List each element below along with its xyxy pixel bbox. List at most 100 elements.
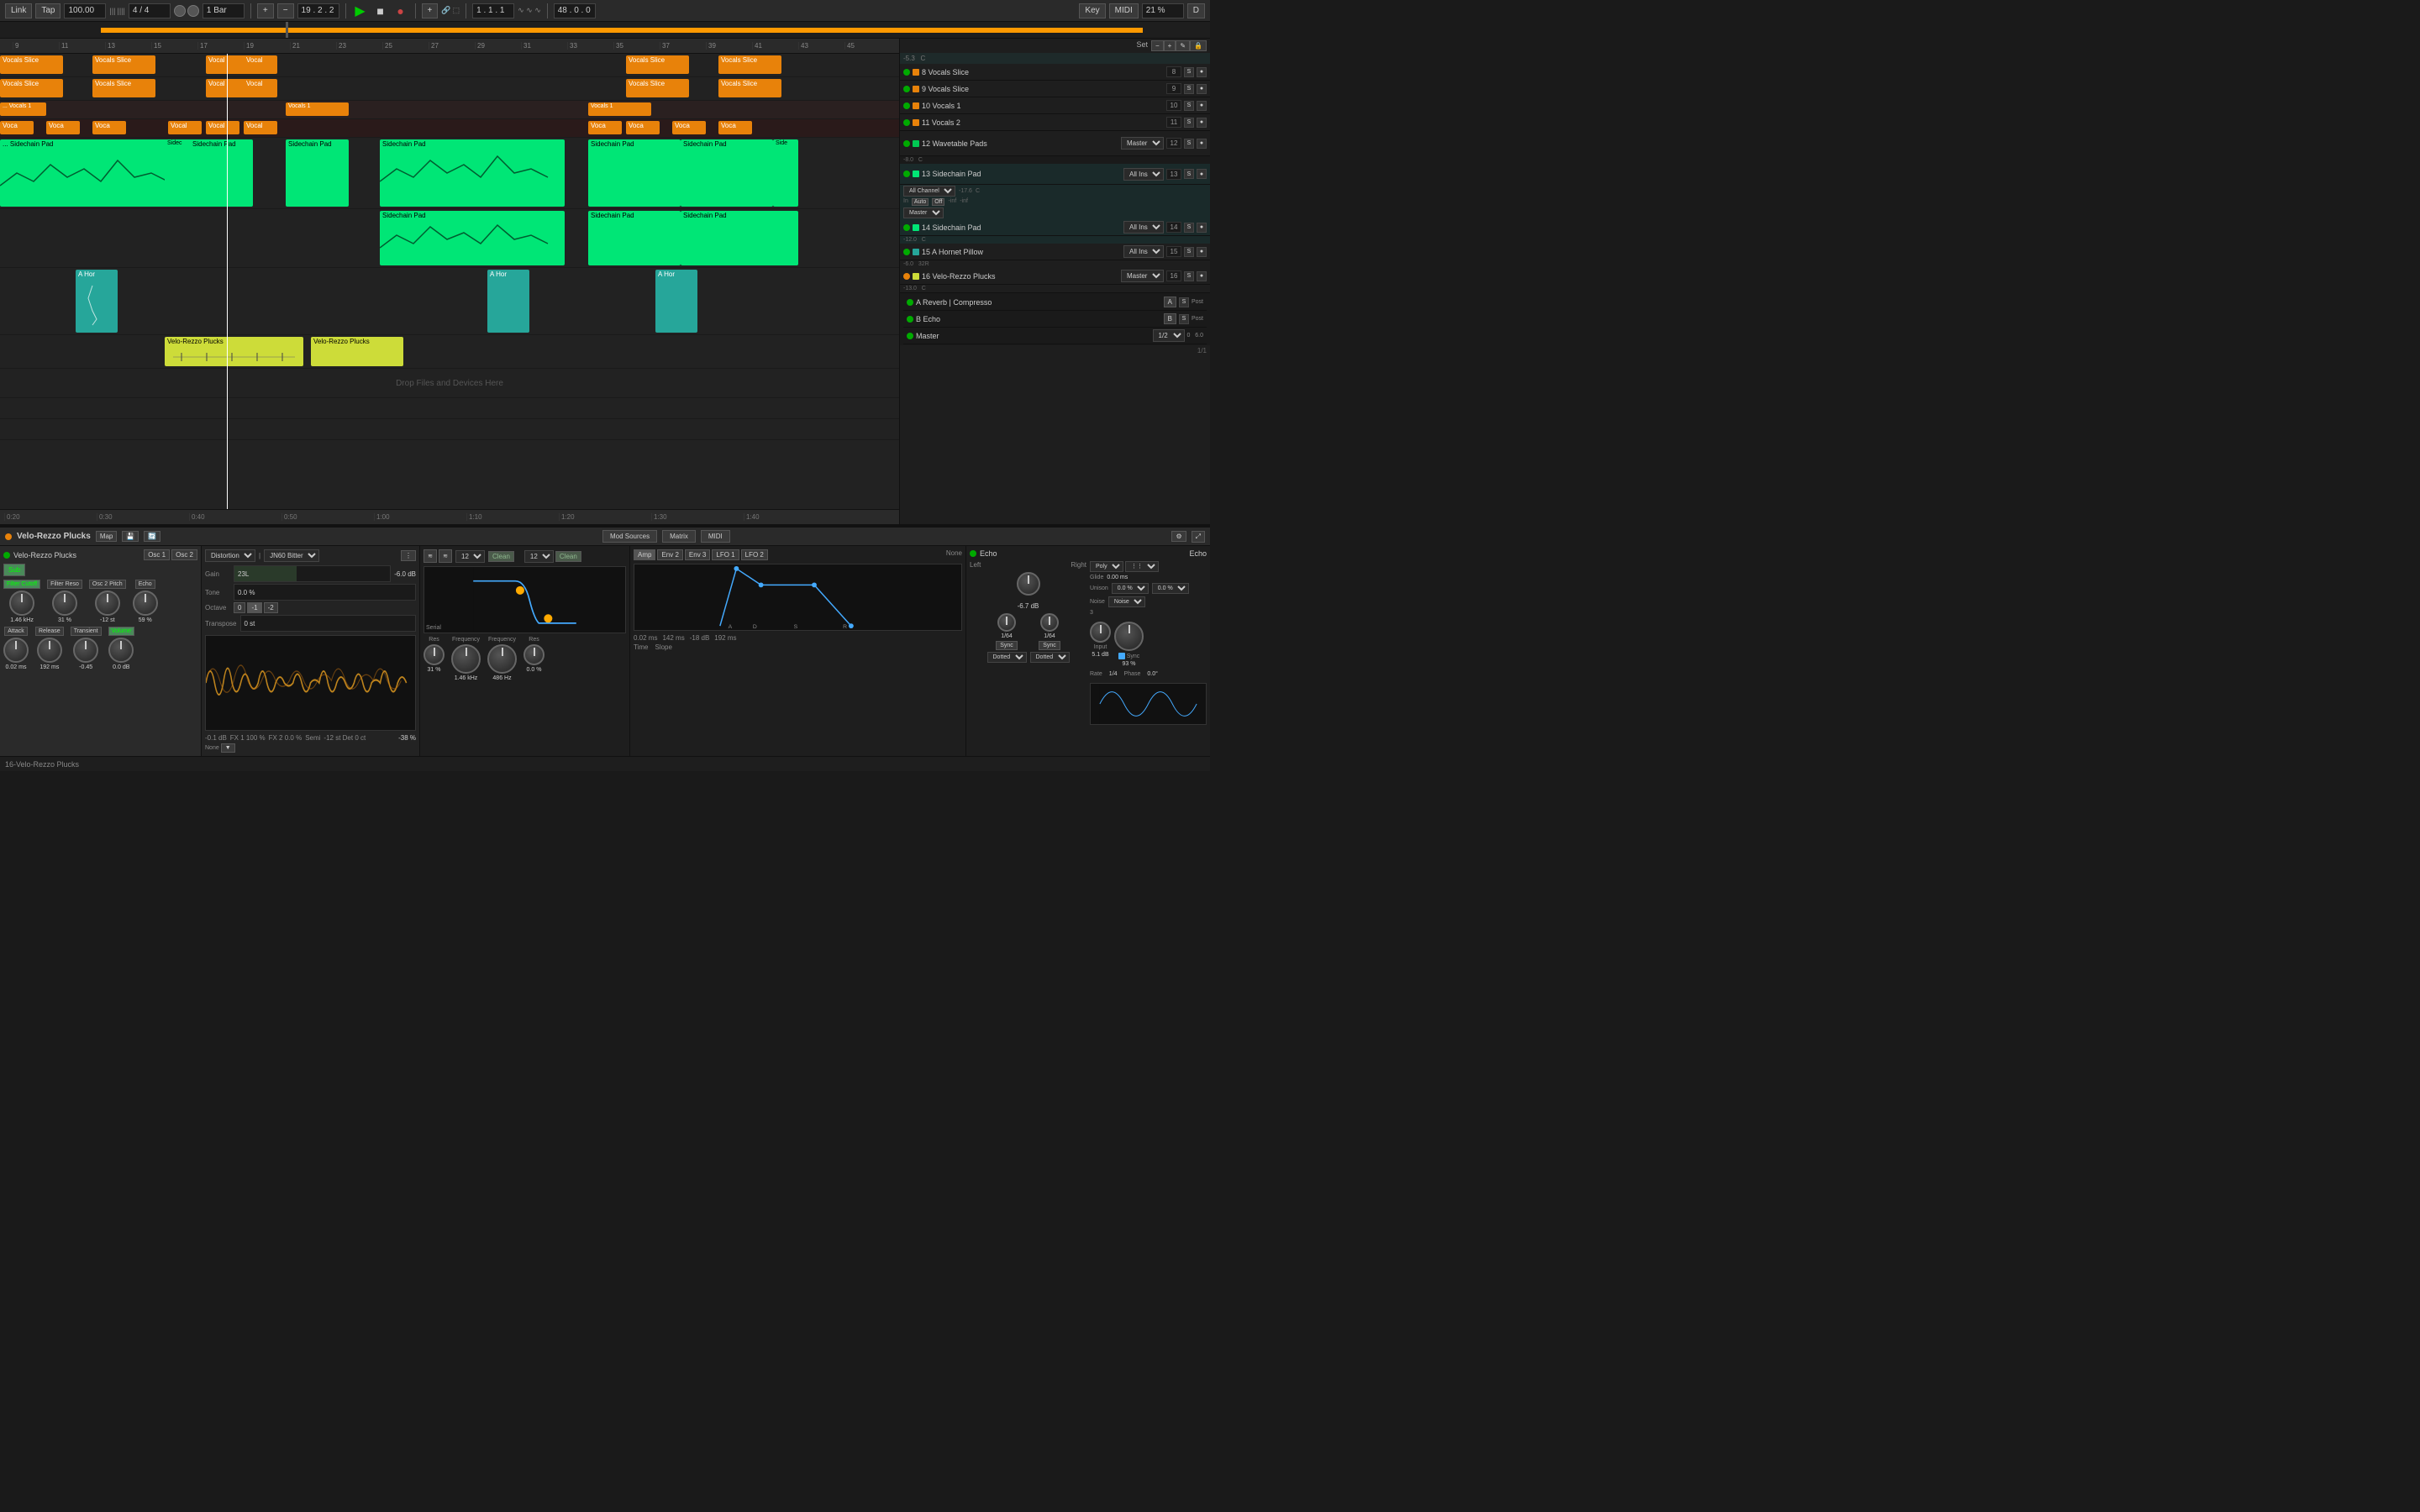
octave-0-btn[interactable]: 0 bbox=[234, 602, 245, 613]
clip-sidechain-pad[interactable]: Sidechain Pad bbox=[681, 211, 798, 265]
clip-velo-rezzo[interactable]: Velo-Rezzo Plucks bbox=[165, 337, 303, 366]
transient-knob[interactable] bbox=[73, 638, 98, 663]
clip-sidechain-pad[interactable]: Sidechain Pad bbox=[190, 139, 253, 207]
return-track-a[interactable]: A Reverb | Compresso A S Post bbox=[903, 294, 1207, 311]
track-list-item-12[interactable]: 12 Wavetable Pads Master 12 S ● bbox=[900, 131, 1210, 156]
add-button[interactable]: + bbox=[257, 3, 274, 18]
clip-sidechain-pad[interactable]: Sidechain Pad bbox=[380, 211, 565, 265]
track-row-drop[interactable]: Drop Files and Devices Here bbox=[0, 369, 899, 398]
release-knob[interactable] bbox=[37, 638, 62, 663]
filter-12-select[interactable]: 12 bbox=[455, 550, 485, 563]
clip-vocals-1[interactable]: ... Vocals 1 bbox=[0, 102, 46, 116]
track-list-item-15[interactable]: 15 A Hornet Pillow All Ins 15 S ● bbox=[900, 244, 1210, 260]
track-solo-14[interactable]: S bbox=[1184, 223, 1194, 233]
track-mute-15[interactable]: ● bbox=[1197, 247, 1207, 257]
play-button[interactable]: ▶ bbox=[352, 3, 369, 19]
master-routing[interactable]: 1/2 bbox=[1153, 329, 1185, 342]
track-mute-12[interactable]: ● bbox=[1197, 139, 1207, 149]
time-sig-display[interactable]: 4 / 4 bbox=[129, 3, 171, 18]
clip-vocals-slice[interactable]: Vocals Slice bbox=[0, 79, 63, 97]
clip-vocals-1[interactable]: Vocals 1 bbox=[588, 102, 651, 116]
inst-resize-btn[interactable]: ⤢ bbox=[1192, 531, 1205, 543]
transient-btn[interactable]: Transient bbox=[71, 627, 102, 636]
track-solo-16[interactable]: S bbox=[1184, 271, 1194, 281]
clip-side[interactable]: Side bbox=[773, 139, 798, 207]
clip-voca[interactable]: Voca bbox=[0, 121, 34, 134]
clip-hornet[interactable]: A Hor bbox=[76, 270, 118, 333]
track-solo-9[interactable]: S bbox=[1184, 84, 1194, 94]
clean-btn-1[interactable]: Clean bbox=[488, 551, 514, 562]
matrix-tab[interactable]: Matrix bbox=[662, 530, 696, 543]
save-btn[interactable]: 💾 bbox=[122, 531, 139, 542]
track-clips[interactable]: Sidechain Pad Sidechain Pad Sidechain Pa… bbox=[0, 209, 899, 267]
clip-sidechain-pad[interactable]: Sidechain Pad bbox=[380, 139, 565, 207]
mod-sources-tab[interactable]: Mod Sources bbox=[602, 530, 657, 543]
filter-reso-knob[interactable] bbox=[52, 591, 77, 616]
osc2-tab[interactable]: Osc 2 bbox=[171, 549, 197, 560]
dotted-left-select[interactable]: Dotted bbox=[987, 652, 1027, 663]
bpm-display[interactable]: 100.00 bbox=[64, 3, 106, 18]
position-display[interactable]: 19 . 2 . 2 bbox=[297, 3, 339, 18]
filter-mode-btn[interactable]: ▼ bbox=[221, 743, 235, 753]
attack-knob[interactable] bbox=[3, 638, 29, 663]
clip-vocal[interactable]: Vocal bbox=[206, 121, 239, 134]
filter-reso-btn[interactable]: Filter Reso bbox=[47, 580, 82, 589]
d-button[interactable]: D bbox=[1187, 3, 1205, 18]
track-ins-routing-13[interactable]: All Ins bbox=[1123, 168, 1164, 181]
env3-tab[interactable]: Env 3 bbox=[685, 549, 710, 560]
stop-button[interactable]: ■ bbox=[372, 3, 389, 19]
clip-vocals-1[interactable]: Vocals 1 bbox=[286, 102, 349, 116]
clip-hornet[interactable]: A Hor bbox=[655, 270, 697, 333]
track-clips[interactable]: Vocals Slice Vocals Slice Vocal Vocal Vo… bbox=[0, 77, 899, 100]
dotted-right-select[interactable]: Dotted bbox=[1030, 652, 1070, 663]
octave-minus1-btn[interactable]: -1 bbox=[247, 602, 261, 613]
distortion-type[interactable]: Distortion bbox=[205, 549, 255, 562]
tap-button[interactable]: Tap bbox=[35, 3, 60, 18]
volume-btn[interactable]: Volume bbox=[108, 627, 134, 636]
voices-select[interactable]: ⋮⋮ bbox=[1125, 561, 1159, 572]
rate-left-knob[interactable] bbox=[997, 613, 1016, 632]
track-solo-11[interactable]: S bbox=[1184, 118, 1194, 128]
mini-timeline[interactable] bbox=[0, 22, 1210, 39]
track-list-item-10[interactable]: 10 Vocals 1 10 S ● bbox=[900, 97, 1210, 114]
clip-vocals-slice[interactable]: Vocals Slice bbox=[0, 55, 63, 74]
track-mute-10[interactable]: ● bbox=[1197, 101, 1207, 111]
set-lock-btn[interactable]: 🔒 bbox=[1190, 40, 1207, 51]
noise-select[interactable]: Noise bbox=[1108, 596, 1145, 607]
set-minus-btn[interactable]: − bbox=[1151, 40, 1164, 51]
freq1-knob[interactable] bbox=[451, 644, 481, 674]
loop-key-btn[interactable]: + bbox=[422, 3, 439, 18]
track-mute-16[interactable]: ● bbox=[1197, 271, 1207, 281]
off-btn-13[interactable]: Off bbox=[932, 198, 944, 206]
clip-sidechain-pad[interactable]: Sidechain Pad bbox=[681, 139, 773, 207]
clip-vocals-slice[interactable]: Vocals Slice bbox=[718, 55, 781, 74]
osc1-tab[interactable]: Osc 1 bbox=[144, 549, 170, 560]
env2-tab[interactable]: Env 2 bbox=[657, 549, 682, 560]
clip-vocal[interactable]: Vocal bbox=[168, 121, 202, 134]
clip-voca[interactable]: Voca bbox=[672, 121, 706, 134]
track-clips[interactable]: ... Sidechain Pad Sidec Sidechain Pad Si… bbox=[0, 138, 899, 208]
clip-hornet[interactable]: A Hor bbox=[487, 270, 529, 333]
filter-icon-1[interactable]: ≋ bbox=[424, 549, 437, 563]
track-list-item-8[interactable]: 8 Vocals Slice 8 S ● bbox=[900, 64, 1210, 81]
clip-vocals-slice[interactable]: Vocals Slice bbox=[92, 79, 155, 97]
sync-left-btn[interactable]: Sync bbox=[996, 641, 1018, 650]
link-button[interactable]: Link bbox=[5, 3, 32, 18]
gain-slider[interactable]: 23L bbox=[234, 565, 391, 582]
osc2-pitch-knob[interactable] bbox=[95, 591, 120, 616]
res2-knob[interactable] bbox=[523, 644, 544, 665]
clip-sidechain-pad[interactable]: Sidechain Pad bbox=[588, 139, 681, 207]
track-solo-8[interactable]: S bbox=[1184, 67, 1194, 77]
sync-right-btn[interactable]: Sync bbox=[1039, 641, 1060, 650]
track-mute-9[interactable]: ● bbox=[1197, 84, 1207, 94]
track-mute-13[interactable]: ● bbox=[1197, 169, 1207, 179]
filter-cutoff-knob[interactable] bbox=[9, 591, 34, 616]
clip-velo-rezzo[interactable]: Velo-Rezzo Plucks bbox=[311, 337, 403, 366]
track-list-item-13[interactable]: 13 Sidechain Pad All Ins 13 S ● bbox=[900, 164, 1210, 185]
lfo2-tab[interactable]: LFO 2 bbox=[741, 549, 768, 560]
track-list-item-14[interactable]: 14 Sidechain Pad All Ins 14 S ● bbox=[900, 219, 1210, 236]
record-button[interactable]: ● bbox=[392, 3, 409, 19]
dist-extras[interactable]: ⋮ bbox=[401, 550, 416, 561]
clip-vocal[interactable]: Vocal bbox=[244, 121, 277, 134]
track-list-item-11[interactable]: 11 Vocals 2 11 S ● bbox=[900, 114, 1210, 131]
